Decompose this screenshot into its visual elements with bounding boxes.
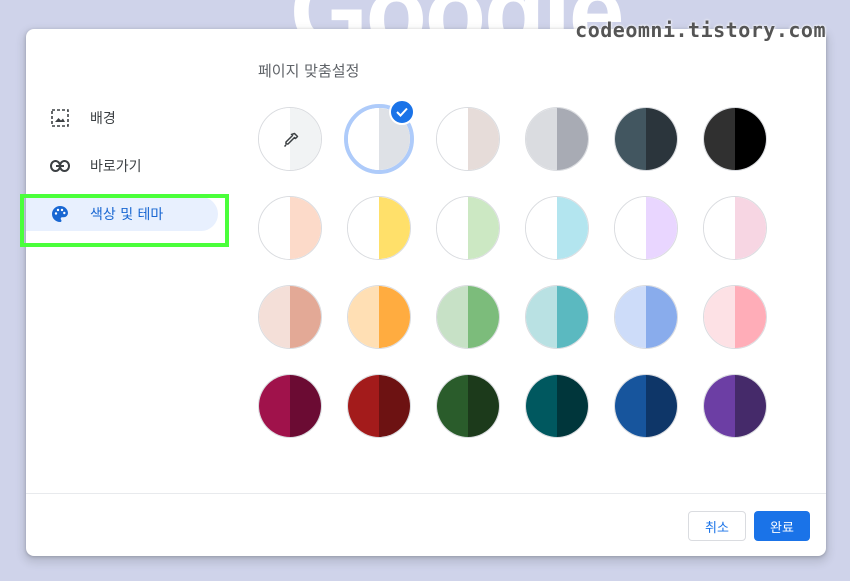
color-swatch[interactable] xyxy=(614,374,678,438)
color-swatch[interactable] xyxy=(436,196,500,260)
color-swatch[interactable] xyxy=(703,374,767,438)
cancel-button[interactable]: 취소 xyxy=(688,511,746,541)
color-swatch[interactable] xyxy=(436,374,500,438)
color-swatch[interactable] xyxy=(703,107,767,171)
color-swatch[interactable] xyxy=(347,196,411,260)
color-swatch[interactable] xyxy=(525,285,589,349)
custom-color-swatch[interactable] xyxy=(258,107,322,171)
watermark-text: codeomni.tistory.com xyxy=(575,18,826,42)
nav-item-background[interactable]: 배경 xyxy=(26,101,218,135)
highlight-annotation-box xyxy=(20,194,229,247)
color-swatch[interactable] xyxy=(703,196,767,260)
color-swatch[interactable] xyxy=(436,107,500,171)
color-swatch[interactable] xyxy=(258,374,322,438)
color-swatch[interactable] xyxy=(614,107,678,171)
footer-divider xyxy=(26,493,826,494)
selected-check-icon xyxy=(389,99,415,125)
eyedropper-icon xyxy=(282,131,300,153)
color-swatch[interactable] xyxy=(614,285,678,349)
link-icon xyxy=(50,156,70,176)
nav-item-shortcuts[interactable]: 바로가기 xyxy=(26,149,218,183)
color-swatch[interactable] xyxy=(614,196,678,260)
image-icon xyxy=(50,108,70,128)
nav-label: 배경 xyxy=(90,111,116,127)
dialog-title: 페이지 맞춤설정 xyxy=(258,62,360,80)
color-swatch[interactable] xyxy=(258,196,322,260)
color-swatch[interactable] xyxy=(347,374,411,438)
color-swatch[interactable] xyxy=(436,285,500,349)
color-swatch[interactable] xyxy=(525,374,589,438)
nav-label: 바로가기 xyxy=(90,159,142,175)
color-swatch[interactable] xyxy=(703,285,767,349)
color-swatch[interactable] xyxy=(525,107,589,171)
color-swatch[interactable] xyxy=(258,285,322,349)
color-swatch[interactable] xyxy=(347,285,411,349)
customize-page-dialog: 페이지 맞춤설정 배경 바로가기 색상 및 테마 취소 완료 xyxy=(26,29,826,556)
done-button[interactable]: 완료 xyxy=(754,511,810,541)
color-swatch[interactable] xyxy=(525,196,589,260)
